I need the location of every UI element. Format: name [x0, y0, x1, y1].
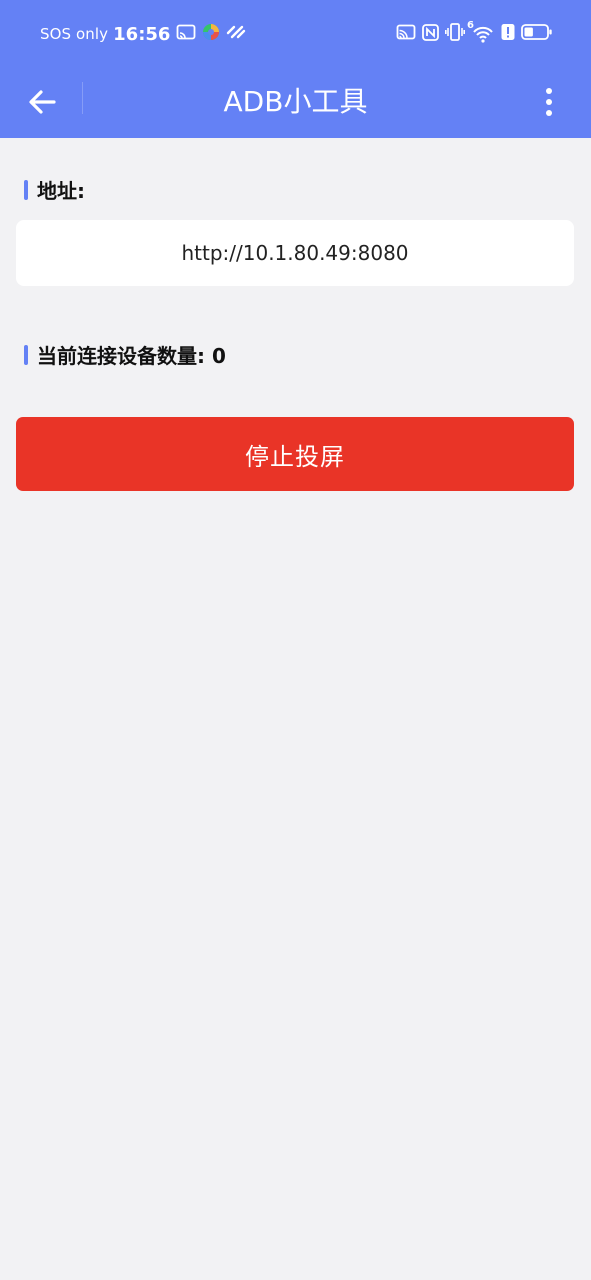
devices-label-row: 当前连接设备数量: 0	[24, 340, 226, 369]
address-field[interactable]: http://10.1.80.49:8080	[16, 220, 574, 286]
vibrate-icon	[445, 23, 465, 45]
more-menu-button[interactable]	[527, 78, 571, 126]
clock-time: 16:56	[113, 23, 171, 45]
connected-devices-count: 当前连接设备数量: 0	[37, 344, 226, 368]
page-title: ADB小工具	[223, 85, 368, 118]
cast-screen-icon	[176, 24, 196, 44]
carrier-text: SOS only	[40, 25, 109, 43]
status-bar: SOS only 16:56 6	[0, 0, 591, 66]
app-bar: ADB小工具	[0, 66, 591, 138]
nfc-icon	[422, 23, 439, 45]
alert-icon	[501, 23, 515, 45]
accent-bar	[24, 344, 28, 365]
wifi-6-icon: 6	[467, 20, 495, 43]
address-label: 地址:	[37, 179, 85, 203]
more-vertical-icon	[544, 87, 554, 117]
battery-icon	[521, 23, 553, 45]
slash-app-icon	[226, 24, 246, 44]
cast-icon	[396, 24, 416, 44]
status-bar-right: 6	[396, 20, 553, 46]
stop-casting-button[interactable]: 停止投屏	[16, 417, 574, 491]
wifi-superscript: 6	[467, 20, 474, 31]
accent-bar	[24, 179, 28, 200]
status-bar-left: SOS only 16:56	[40, 22, 246, 46]
colorful-app-icon	[202, 23, 220, 45]
address-label-row: 地址:	[24, 175, 85, 204]
